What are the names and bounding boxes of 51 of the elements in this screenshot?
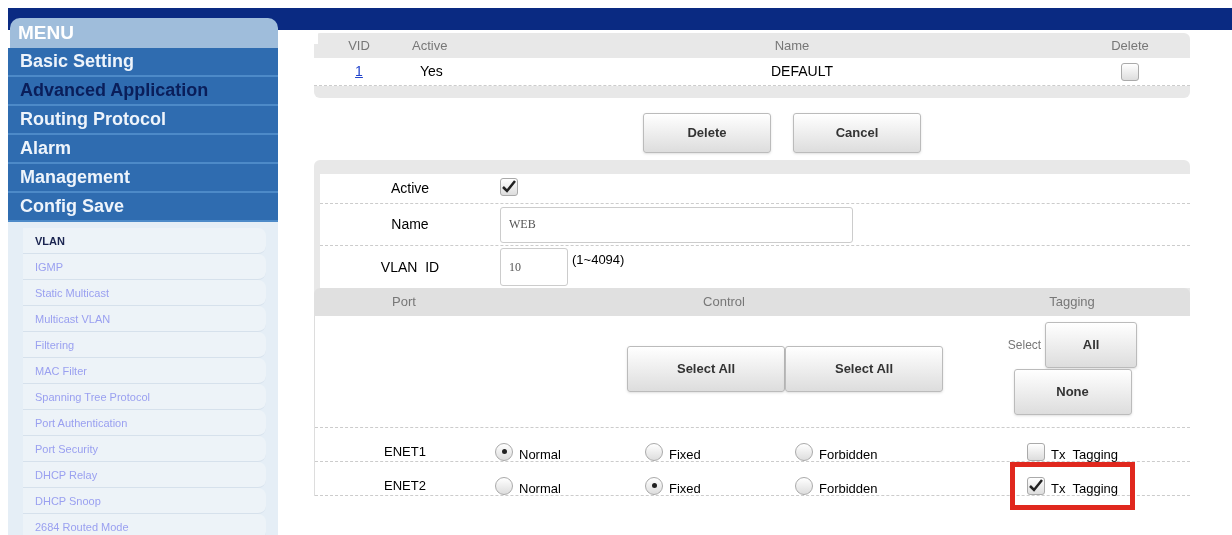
column-header: Control (702, 293, 746, 312)
none-button[interactable]: None (1013, 369, 1132, 415)
radio-button[interactable] (645, 442, 663, 461)
menu-title: MENU (10, 18, 278, 48)
table-cell-text: DEFAULT (770, 62, 834, 81)
column-header: Delete (1110, 36, 1150, 55)
delete-button[interactable]: Delete (643, 113, 771, 153)
column-header: Name (773, 36, 811, 55)
port-name: ENET2 (383, 477, 427, 495)
field-label: VLAN ID (379, 257, 441, 277)
radio-label: Forbidden (819, 446, 878, 464)
radio-button[interactable] (795, 476, 813, 495)
checkbox[interactable] (1121, 62, 1139, 81)
checkbox[interactable] (1027, 442, 1045, 461)
menu-item[interactable]: Alarm (8, 135, 278, 164)
table-cell-text: Yes (419, 62, 444, 81)
field-label: Name (390, 215, 430, 234)
select-all-button[interactable]: Select All (785, 346, 943, 392)
vlan-id-field[interactable]: 10 (500, 248, 568, 286)
column-header: Port (391, 293, 417, 312)
radio-label: Forbidden (819, 480, 878, 498)
submenu-item[interactable]: VLAN (23, 228, 266, 254)
menu-item[interactable]: Management (8, 164, 278, 193)
menu-item[interactable]: Routing Protocol (8, 106, 278, 135)
radio-label: Normal (519, 446, 561, 464)
field-label: Active (389, 179, 431, 198)
radio-button[interactable] (495, 476, 513, 495)
radio-button[interactable] (795, 442, 813, 461)
menu-item[interactable]: Basic Setting (8, 48, 278, 77)
checkbox[interactable] (1027, 476, 1045, 495)
radio-label: Fixed (669, 480, 701, 498)
column-header: VID (347, 36, 371, 55)
select-label: Select (1007, 337, 1042, 354)
column-header: Active (411, 36, 449, 55)
menu-item[interactable]: Config Save (8, 193, 278, 222)
menu-item[interactable]: Advanced Application (8, 77, 278, 106)
checkbox[interactable] (500, 177, 518, 196)
radio-button[interactable] (495, 442, 513, 461)
checkbox-label: Tx Tagging (1051, 480, 1118, 498)
name-field[interactable]: WEB (500, 206, 853, 243)
select-all-button[interactable]: Select All (627, 346, 785, 392)
port-name: ENET1 (383, 443, 427, 461)
range-hint: (1~4094) (572, 251, 625, 269)
vid-link[interactable]: 1 (355, 61, 363, 82)
cancel-button[interactable]: Cancel (793, 113, 921, 153)
column-header: Tagging (1048, 293, 1096, 312)
all-button[interactable]: All (1045, 322, 1138, 368)
radio-label: Normal (519, 480, 561, 498)
radio-label: Fixed (669, 446, 701, 464)
radio-button[interactable] (645, 476, 663, 495)
checkbox-label: Tx Tagging (1051, 446, 1118, 464)
